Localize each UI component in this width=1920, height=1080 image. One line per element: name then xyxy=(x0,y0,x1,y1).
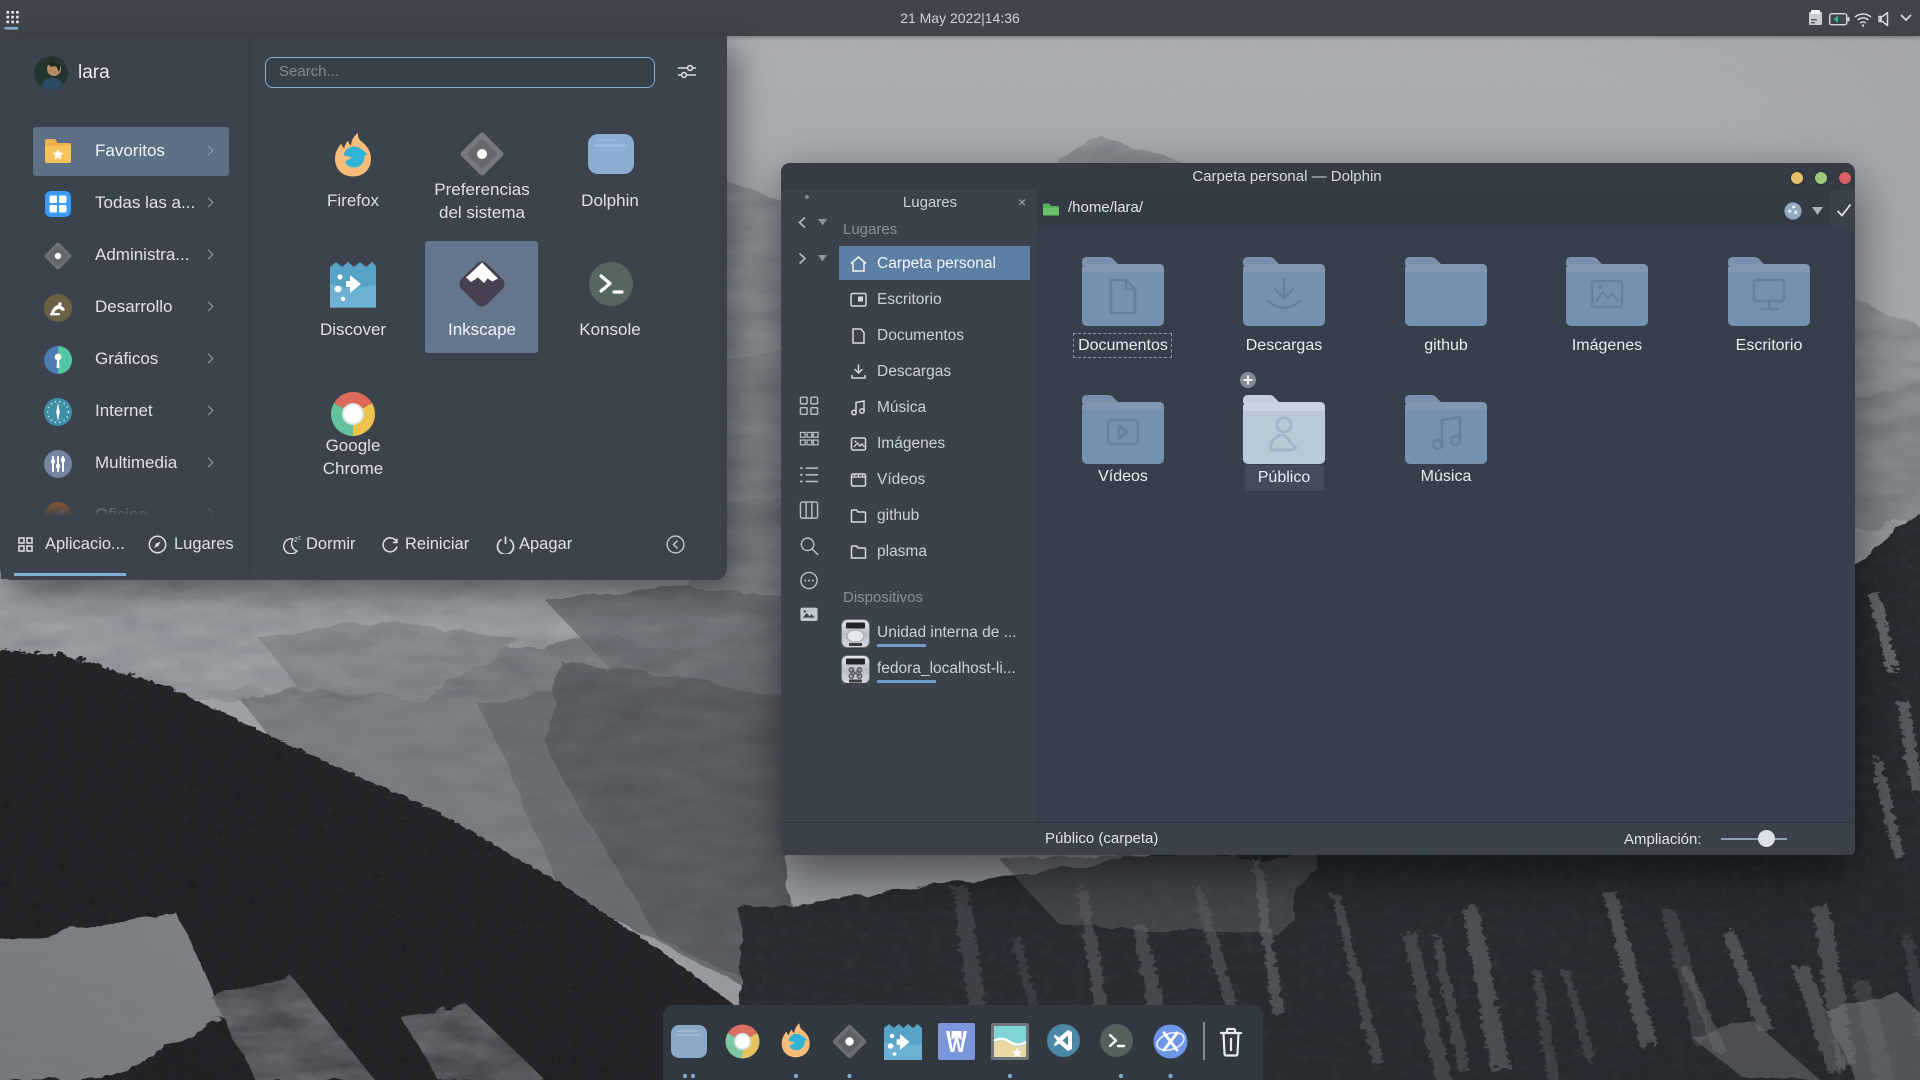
svg-text:z: z xyxy=(298,536,301,542)
